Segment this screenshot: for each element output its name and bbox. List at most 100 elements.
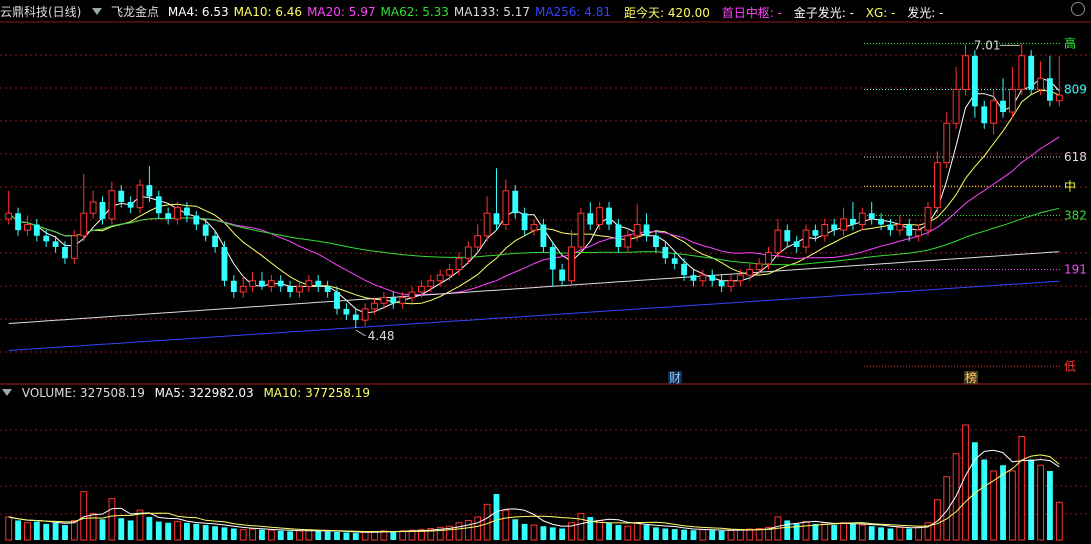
volume-bar: [33, 521, 40, 540]
candle-body: [858, 212, 866, 225]
candle-body: [108, 190, 116, 220]
candle-body: [483, 212, 491, 237]
volume-bar: [277, 530, 284, 540]
candle-body: [906, 224, 913, 236]
volume-bar: [1055, 501, 1063, 541]
fib-level-label: 382: [1064, 209, 1087, 223]
volume-bar: [202, 525, 209, 540]
volume-bar: [464, 519, 472, 541]
candle-body: [736, 274, 744, 282]
low-marker-arrow: [355, 329, 367, 337]
candle-body: [530, 224, 538, 231]
volume-bar: [709, 530, 716, 540]
candle-body: [474, 235, 482, 248]
candle-body: [277, 280, 284, 287]
volume-bar: [727, 529, 735, 541]
candle-body: [962, 55, 969, 90]
candle-body: [868, 213, 875, 219]
candle-body: [559, 269, 566, 281]
candle-body: [446, 269, 453, 276]
candle-body: [587, 213, 594, 225]
ma133-line: [8, 251, 1060, 324]
candle-body: [62, 247, 68, 259]
candle-body: [493, 213, 500, 225]
candle-body: [390, 297, 397, 304]
candle-body: [812, 230, 819, 236]
volume-bar: [52, 522, 59, 540]
volume-bar: [821, 522, 829, 541]
volume-bar: [267, 529, 275, 541]
volume-bar: [62, 525, 68, 540]
volume-bar: [530, 524, 538, 541]
candle-body: [718, 280, 725, 287]
volume-ma10-line: [8, 454, 1060, 533]
candle-body: [774, 229, 782, 254]
volume-bar: [146, 517, 153, 540]
candle-body: [709, 275, 716, 281]
volume-bar: [906, 528, 913, 540]
fib-level-label: 191: [1064, 263, 1087, 277]
volume-bar: [155, 521, 162, 540]
candle-body: [643, 224, 650, 236]
candle-body: [727, 280, 735, 287]
fib-level-label: 低: [1064, 359, 1076, 373]
volume-bar: [334, 531, 340, 540]
volume-bar: [933, 499, 941, 541]
volume-bar: [915, 526, 923, 541]
fib-level-label: 809: [1064, 83, 1087, 97]
volume-bar: [212, 526, 218, 540]
candle-body: [981, 106, 988, 124]
fib-level-label: 高: [1064, 35, 1076, 50]
volume-bar: [24, 522, 31, 541]
candle-body: [952, 89, 960, 124]
candle-body: [1055, 94, 1063, 102]
ma4-line: [8, 77, 1060, 314]
candle-body: [24, 224, 31, 231]
volume-bar: [165, 522, 172, 540]
candle-body: [521, 213, 528, 231]
candle-body: [399, 297, 407, 304]
candle-body: [343, 308, 350, 315]
volume-bar: [962, 424, 969, 541]
candle-body: [305, 280, 313, 287]
candle-body: [267, 280, 275, 287]
candle-body: [1018, 55, 1026, 90]
volume-bar: [736, 529, 744, 541]
volume-bar: [868, 526, 875, 540]
candle-body: [334, 292, 340, 309]
candle-body: [549, 247, 556, 270]
volume-bar: [361, 531, 369, 541]
volume-bar: [259, 529, 265, 540]
candle-body: [990, 100, 998, 124]
candle-body: [193, 215, 200, 225]
candle-body: [821, 224, 829, 237]
candle-body: [43, 235, 50, 242]
volume-bar: [653, 527, 659, 540]
candle-body: [896, 224, 904, 231]
low-price-label: 4.48: [368, 329, 395, 343]
volume-bar: [99, 519, 106, 540]
candle-body: [606, 207, 612, 225]
candle-body: [352, 314, 359, 321]
volume-bar: [493, 494, 500, 540]
candle-body: [662, 247, 669, 259]
volume-bar: [559, 528, 566, 540]
volume-ma5-line: [8, 449, 1060, 533]
volume-bar: [483, 503, 491, 541]
candle-body: [887, 224, 894, 231]
volume-bar: [5, 516, 13, 541]
candle-body: [840, 218, 847, 231]
candle-body: [212, 235, 218, 247]
volume-bar: [118, 518, 125, 540]
candlestick-chart[interactable]: 高 809 618 中 382 191 低 7.01 4.48 财 榜: [0, 0, 1091, 544]
volume-bar: [802, 521, 810, 541]
volume-bar: [230, 528, 237, 540]
candle-body: [324, 286, 331, 292]
volume-bar: [1047, 471, 1053, 540]
candle-body: [1000, 100, 1006, 112]
volume-bar: [577, 513, 585, 541]
candle-body: [624, 235, 632, 248]
volume-bar: [699, 529, 707, 541]
candle-body: [155, 196, 162, 214]
volume-bar: [399, 530, 407, 541]
